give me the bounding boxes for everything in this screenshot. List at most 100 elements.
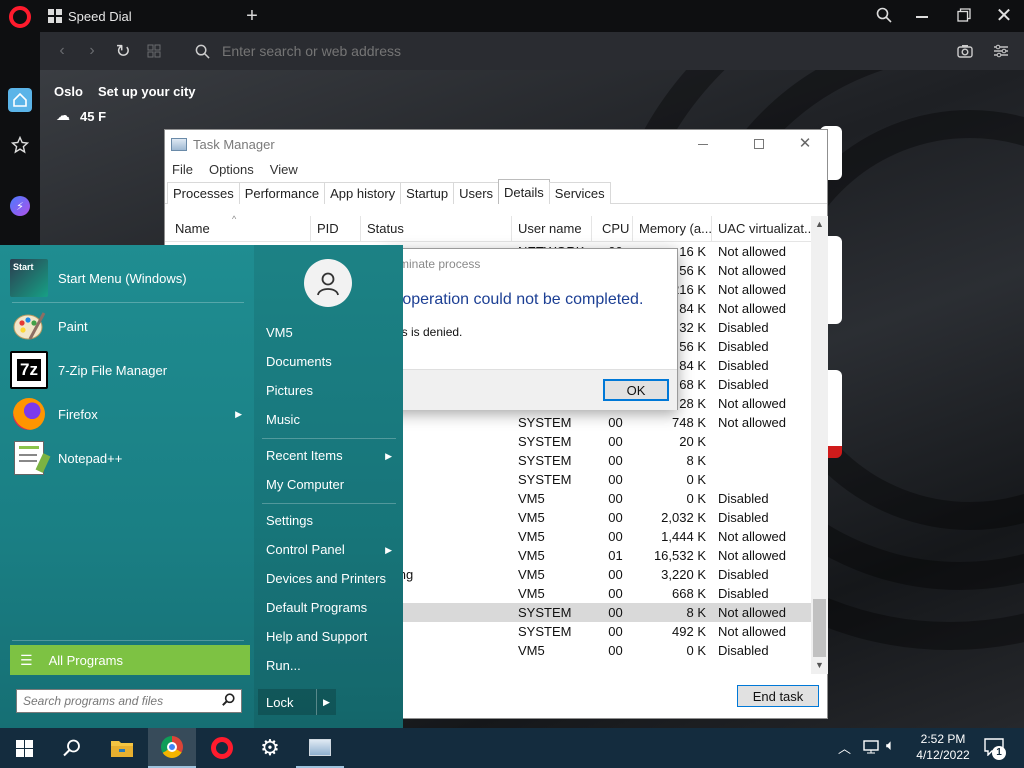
cell-memory: 3,220 K — [661, 567, 706, 582]
chrome-icon[interactable] — [148, 728, 196, 768]
tab-processes[interactable]: Processes — [167, 182, 240, 204]
col-cpu[interactable]: CPU — [592, 216, 633, 242]
cell-memory: 0 K — [686, 643, 706, 658]
col-status[interactable]: Status — [361, 216, 512, 242]
app-paint[interactable]: Paint — [10, 305, 246, 347]
cell-uac: Not allowed — [718, 605, 786, 620]
bookmarks-star-icon[interactable] — [8, 133, 32, 157]
minimize-icon[interactable] — [905, 0, 939, 30]
col-uac[interactable]: UAC virtualizat... — [712, 216, 811, 242]
start-search-field[interactable]: Search programs and files — [16, 689, 242, 713]
app-7zip[interactable]: 7z 7-Zip File Manager — [10, 349, 246, 391]
windows-start-icon[interactable] — [0, 728, 48, 768]
clock[interactable]: 2:52 PM 4/12/2022 — [910, 731, 976, 763]
place-recent-items[interactable]: Recent Items ▶ — [266, 444, 396, 468]
place-control-panel[interactable]: Control Panel ▶ — [266, 538, 396, 562]
menu-options[interactable]: Options — [209, 162, 254, 177]
tab-performance[interactable]: Performance — [238, 182, 326, 204]
firefox-icon — [10, 395, 48, 433]
cell-uac: Not allowed — [718, 396, 786, 411]
action-center-icon[interactable]: 1 — [984, 738, 1006, 760]
end-task-button[interactable]: End task — [737, 685, 819, 707]
place-devices-printers[interactable]: Devices and Printers — [266, 567, 396, 591]
file-explorer-icon[interactable] — [98, 728, 146, 768]
cell-uac: Not allowed — [718, 301, 786, 316]
scroll-thumb[interactable] — [813, 599, 826, 657]
restore-icon[interactable] — [947, 0, 981, 30]
cell-cpu: 00 — [608, 529, 623, 544]
close-window-icon[interactable]: ✕ — [987, 0, 1021, 30]
lock-label: Lock — [266, 694, 294, 710]
tm-maximize-icon[interactable] — [749, 135, 769, 153]
app-notepad-plus-plus[interactable]: Notepad++ — [10, 437, 246, 479]
task-manager-titlebar[interactable]: Task Manager — [165, 130, 827, 158]
start-menu-places: VM5 Documents Pictures Music Recent Item… — [254, 245, 403, 728]
lock-button[interactable]: Lock ▶ — [258, 689, 336, 715]
cell-memory: 748 K — [672, 415, 706, 430]
network-icon[interactable] — [862, 739, 880, 758]
forward-icon[interactable]: › — [82, 41, 102, 61]
scroll-down-icon[interactable]: ▼ — [811, 657, 828, 674]
app-firefox[interactable]: Firefox ▶ — [10, 393, 246, 435]
place-pictures[interactable]: Pictures — [266, 379, 396, 403]
tm-minimize-icon[interactable] — [693, 135, 713, 153]
tab-speed-dial[interactable]: Speed Dial — [40, 0, 236, 32]
place-music[interactable]: Music — [266, 408, 396, 432]
easy-setup-icon[interactable] — [990, 41, 1012, 61]
tab-app-history[interactable]: App history — [324, 182, 402, 204]
settings-gear-icon[interactable]: ⚙ — [246, 728, 294, 768]
weather-setup-link[interactable]: Set up your city — [98, 84, 196, 99]
menu-view[interactable]: View — [270, 162, 298, 177]
back-icon[interactable]: ‹ — [52, 41, 72, 61]
all-programs-button[interactable]: ☰ All Programs — [10, 645, 250, 675]
clock-time: 2:52 PM — [920, 732, 966, 746]
col-name[interactable]: Name — [165, 216, 311, 242]
weather-city[interactable]: Oslo — [54, 84, 83, 99]
details-scrollbar[interactable]: ▲ ▼ — [811, 216, 828, 674]
menu-file[interactable]: File — [172, 162, 193, 177]
cell-user: SYSTEM — [518, 624, 572, 639]
search-icon[interactable] — [48, 728, 96, 768]
app-start-menu-windows[interactable]: Start Start Menu (Windows) — [10, 257, 246, 299]
address-input[interactable] — [220, 39, 820, 63]
place-user[interactable]: VM5 — [266, 321, 396, 345]
cell-uac: Disabled — [718, 339, 769, 354]
opera-taskbar-icon[interactable] — [198, 728, 246, 768]
place-run[interactable]: Run... — [266, 654, 396, 678]
cell-uac: Not allowed — [718, 548, 786, 563]
tab-startup[interactable]: Startup — [400, 182, 455, 204]
show-hidden-icons-chevron[interactable]: ︿ — [838, 738, 851, 757]
volume-icon[interactable]: 🔈︎ — [886, 737, 895, 754]
speed-dial-icon[interactable] — [144, 41, 164, 61]
col-user-name[interactable]: User name — [512, 216, 592, 242]
tab-details[interactable]: Details — [498, 179, 550, 204]
col-pid[interactable]: PID — [311, 216, 361, 242]
ok-button[interactable]: OK — [603, 379, 669, 401]
col-memory[interactable]: Memory (a... — [633, 216, 712, 242]
lock-options-arrow-icon[interactable]: ▶ — [316, 689, 336, 715]
place-default-programs[interactable]: Default Programs — [266, 596, 396, 620]
tab-services[interactable]: Services — [548, 182, 611, 204]
place-documents[interactable]: Documents — [266, 350, 396, 374]
new-tab-plus-icon[interactable]: + — [240, 4, 264, 28]
opera-logo-icon[interactable] — [9, 6, 31, 28]
camera-snapshot-icon[interactable] — [954, 41, 976, 61]
cell-uac — [712, 470, 811, 489]
task-manager-taskbar-icon[interactable] — [296, 728, 344, 768]
task-manager-icon — [171, 137, 187, 151]
tab-users[interactable]: Users — [453, 182, 500, 204]
home-icon[interactable] — [8, 88, 32, 112]
scroll-up-icon[interactable]: ▲ — [811, 216, 828, 233]
place-help-support[interactable]: Help and Support — [266, 625, 396, 649]
cell-uac: Not allowed — [718, 263, 786, 278]
tm-close-icon[interactable]: ✕ — [795, 134, 815, 154]
notepad-plus-plus-icon — [10, 439, 51, 477]
cell-uac: Not allowed — [718, 244, 786, 259]
place-my-computer[interactable]: My Computer — [266, 473, 396, 497]
place-settings[interactable]: Settings — [266, 509, 396, 533]
messenger-icon[interactable]: ⚡ — [8, 194, 32, 218]
reload-icon[interactable]: ↻ — [112, 40, 134, 62]
search-tabs-icon[interactable] — [867, 0, 901, 30]
user-avatar[interactable] — [304, 259, 352, 307]
error-dialog: minate process e operation could not be … — [386, 248, 678, 410]
